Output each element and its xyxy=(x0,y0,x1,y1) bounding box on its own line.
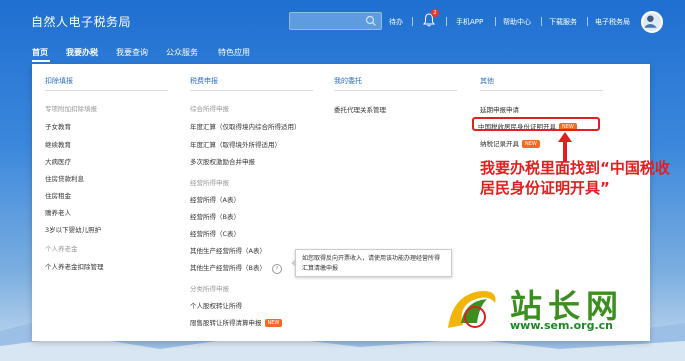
divider xyxy=(446,17,447,26)
divider xyxy=(45,90,168,91)
column-title-entrust: 我的委托 xyxy=(334,77,362,85)
help-icon[interactable]: ? xyxy=(271,264,282,274)
menu-item-label[interactable]: 其他生产经营所得（B表） xyxy=(190,264,266,272)
nav-home[interactable]: 首页 xyxy=(32,47,48,58)
menu-item[interactable]: 住房租金 xyxy=(45,190,71,200)
highlight-box xyxy=(472,117,600,131)
avatar-icon xyxy=(643,15,657,28)
mobile-app-link[interactable]: 手机APP xyxy=(456,17,483,27)
divider xyxy=(495,17,496,26)
column-title-other: 其他 xyxy=(480,77,494,85)
watermark-logo-icon xyxy=(448,291,496,328)
menu-item[interactable]: 经营所得（A表） xyxy=(190,194,240,204)
nav-active-indicator xyxy=(32,60,50,62)
divider xyxy=(412,17,413,26)
help-center-link[interactable]: 帮助中心 xyxy=(503,17,531,27)
watermark-url: www.sem.org.cn xyxy=(510,319,613,332)
menu-item-with-help[interactable]: 其他生产经营所得（B表）? xyxy=(190,262,282,274)
menu-item[interactable]: 个人养老金扣除管理 xyxy=(45,261,104,271)
group-title: 个人养老金 xyxy=(45,245,78,253)
annotation-text: 我要办税里面找到“中国税收居民身份证明开具” xyxy=(480,159,670,197)
group-title: 经营所得申报 xyxy=(190,179,229,187)
search-input[interactable] xyxy=(289,12,382,30)
column-title-tax-filing: 税费申报 xyxy=(190,77,218,85)
group-title: 分类所得申报 xyxy=(190,285,229,293)
tooltip: 如您取得反向开票收入，请使用该功能办理经营所得汇算清缴申报 xyxy=(291,249,452,277)
menu-item[interactable]: 年度汇算（取得境外所得适用） xyxy=(190,139,281,149)
menu-item[interactable]: 其他生产经营所得（A表） xyxy=(190,245,266,255)
avatar[interactable] xyxy=(641,11,663,33)
download-link[interactable]: 下载服务 xyxy=(549,17,577,27)
menu-item-label[interactable]: 限售股转让所得清算申报 xyxy=(190,319,262,327)
menu-item[interactable]: 赡养老人 xyxy=(45,207,71,217)
new-badge: NEW xyxy=(264,319,283,327)
nav-tax-service[interactable]: 我要办税 xyxy=(66,47,98,58)
menu-item[interactable]: 住房贷款利息 xyxy=(45,173,84,183)
main-nav: 首页 我要办税 我要查询 公众服务 特色应用 xyxy=(0,42,685,64)
nav-query[interactable]: 我要查询 xyxy=(116,47,148,58)
group-title: 专项附加扣除填报 xyxy=(45,105,97,113)
menu-item[interactable]: 多次股权激励合并申报 xyxy=(190,156,255,166)
menu-item[interactable]: 大病医疗 xyxy=(45,156,71,166)
divider xyxy=(587,17,588,26)
menu-item-label[interactable]: 纳税记录开具 xyxy=(480,140,519,148)
menu-item[interactable]: 子女教育 xyxy=(45,121,71,131)
menu-item-new[interactable]: 限售股转让所得清算申报 NEW xyxy=(190,317,283,327)
todo-link[interactable]: 待办 xyxy=(389,17,403,27)
nav-features[interactable]: 特色应用 xyxy=(218,47,250,58)
column-title-deduction: 扣除填报 xyxy=(45,77,73,85)
divider xyxy=(334,90,457,91)
divider xyxy=(480,90,603,91)
search-icon[interactable] xyxy=(365,15,377,27)
menu-item[interactable]: 委托代理关系管理 xyxy=(334,104,386,114)
menu-item-new[interactable]: 纳税记录开具 NEW xyxy=(480,138,540,148)
menu-item[interactable]: 经营所得（C表） xyxy=(190,228,240,238)
menu-item[interactable]: 个人股权转让所得 xyxy=(190,300,242,310)
menu-item[interactable]: 3岁以下婴幼儿照护 xyxy=(45,224,101,234)
nav-public-service[interactable]: 公众服务 xyxy=(166,47,198,58)
menu-item[interactable]: 继续教育 xyxy=(45,139,71,149)
divider xyxy=(541,17,542,26)
new-badge: NEW xyxy=(522,140,540,148)
group-title: 综合所得申报 xyxy=(190,105,229,113)
notification-badge: 2 xyxy=(431,9,439,17)
e-tax-link[interactable]: 电子税务局 xyxy=(595,17,630,27)
top-bar: 自然人电子税务局 待办 2 手机APP 帮助中心 下载服务 电子税务局 xyxy=(0,0,685,42)
menu-item[interactable]: 延期申报申请 xyxy=(480,104,519,114)
app-title[interactable]: 自然人电子税务局 xyxy=(31,13,131,30)
menu-item[interactable]: 经营所得（B表） xyxy=(190,211,240,221)
menu-item[interactable]: 年度汇算（仅取得境内综合所得适用） xyxy=(190,121,301,131)
divider xyxy=(190,90,313,91)
